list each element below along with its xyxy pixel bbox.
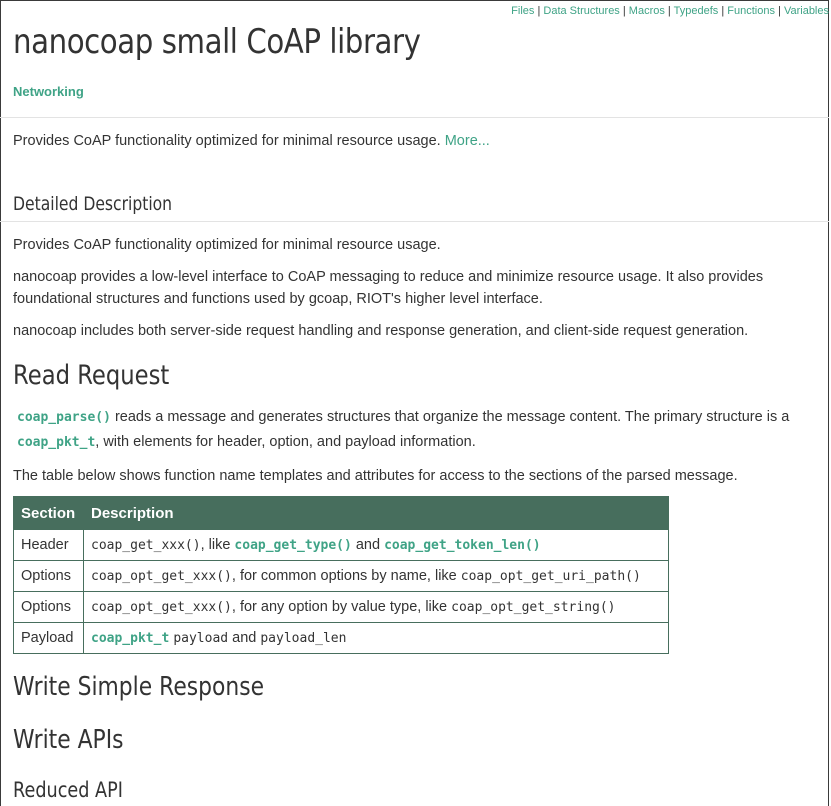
code-template: coap_opt_get_xxx() <box>91 569 232 584</box>
detail-paragraph-2: nanocoap provides a low-level interface … <box>13 269 764 307</box>
section-cell: Payload <box>13 622 84 654</box>
nav-separator: | <box>664 5 674 17</box>
nav-link-functions[interactable]: Functions <box>727 5 775 17</box>
description-cell: coap_opt_get_xxx(), for common options b… <box>83 560 669 592</box>
nav-separator: | <box>718 5 728 17</box>
coap-parse-link[interactable]: coap_parse() <box>17 410 111 425</box>
page-title: nanocoap small CoAP library <box>13 22 421 62</box>
code-template: payload_len <box>260 631 347 646</box>
coap-pkt-t-link[interactable]: coap_pkt_t <box>17 435 95 450</box>
description-text: , for any option by value type, like <box>231 599 452 615</box>
description-text: and <box>228 630 261 646</box>
divider <box>0 221 829 222</box>
api-reference-link[interactable]: coap_get_token_len() <box>384 538 541 553</box>
section-cell: Options <box>13 560 84 592</box>
read-request-text-1: reads a message and generates structures… <box>110 409 790 425</box>
description-cell: coap_pkt_t payload and payload_len <box>83 622 669 654</box>
detail-paragraph-1: Provides CoAP functionality optimized fo… <box>13 237 441 253</box>
nav-separator: | <box>619 5 629 17</box>
section-cell: Header <box>13 529 84 561</box>
table-row: Options coap_opt_get_xxx(), for any optio… <box>13 591 669 623</box>
nav-link-files[interactable]: Files <box>511 5 534 17</box>
write-apis-heading: Write APIs <box>13 725 124 755</box>
nav-link-variables[interactable]: Variables <box>784 5 829 17</box>
detail-paragraph-3: nanocoap includes both server-side reque… <box>13 323 749 339</box>
section-cell: Options <box>13 591 84 623</box>
group-link-networking[interactable]: Networking <box>13 84 84 99</box>
divider <box>0 117 829 118</box>
nav-separator: | <box>774 5 784 17</box>
description-text: and <box>351 537 385 553</box>
read-request-heading: Read Request <box>13 360 170 391</box>
code-template: coap_opt_get_uri_path() <box>460 569 641 584</box>
nav-link-typedefs[interactable]: Typedefs <box>674 5 719 17</box>
api-reference-link[interactable]: coap_get_type() <box>234 538 351 553</box>
detailed-description-heading: Detailed Description <box>13 193 173 215</box>
more-link[interactable]: More... <box>445 133 490 149</box>
table-row: Options coap_opt_get_xxx(), for common op… <box>13 560 669 592</box>
code-template: coap_opt_get_string() <box>451 600 616 615</box>
column-header-section: Section <box>13 496 84 530</box>
table-row: Payload coap_pkt_t payload and payload_le… <box>13 622 669 654</box>
code-template: payload <box>173 631 229 646</box>
reduced-api-heading: Reduced API <box>13 778 123 802</box>
nav-link-data-structures[interactable]: Data Structures <box>543 5 619 17</box>
nav-link-macros[interactable]: Macros <box>629 5 665 17</box>
description-cell: coap_opt_get_xxx(), for any option by va… <box>83 591 669 623</box>
description-text: , like <box>200 537 235 553</box>
description-text: , for common options by name, like <box>231 568 461 584</box>
brief-text: Provides CoAP functionality optimized fo… <box>13 133 441 149</box>
table-intro-paragraph: The table below shows function name temp… <box>13 468 738 484</box>
code-template: coap_opt_get_xxx() <box>91 600 232 615</box>
top-nav: Files | Data Structures | Macros | Typed… <box>511 5 829 17</box>
read-request-paragraph: coap_parse() reads a message and generat… <box>17 405 817 455</box>
code-template: coap_get_xxx() <box>91 538 201 553</box>
table-row: Header coap_get_xxx(), like coap_get_type… <box>13 529 669 561</box>
brief-description: Provides CoAP functionality optimized fo… <box>13 133 490 149</box>
description-cell: coap_get_xxx(), like coap_get_type() and… <box>83 529 669 561</box>
table-header-row: Section Description <box>13 496 669 530</box>
write-simple-response-heading: Write Simple Response <box>13 672 265 702</box>
access-functions-table: Section Description Header coap_get_xxx()… <box>13 496 669 654</box>
column-header-description: Description <box>83 496 669 530</box>
api-reference-link[interactable]: coap_pkt_t <box>91 631 169 646</box>
read-request-text-2: , with elements for header, option, and … <box>95 434 476 450</box>
